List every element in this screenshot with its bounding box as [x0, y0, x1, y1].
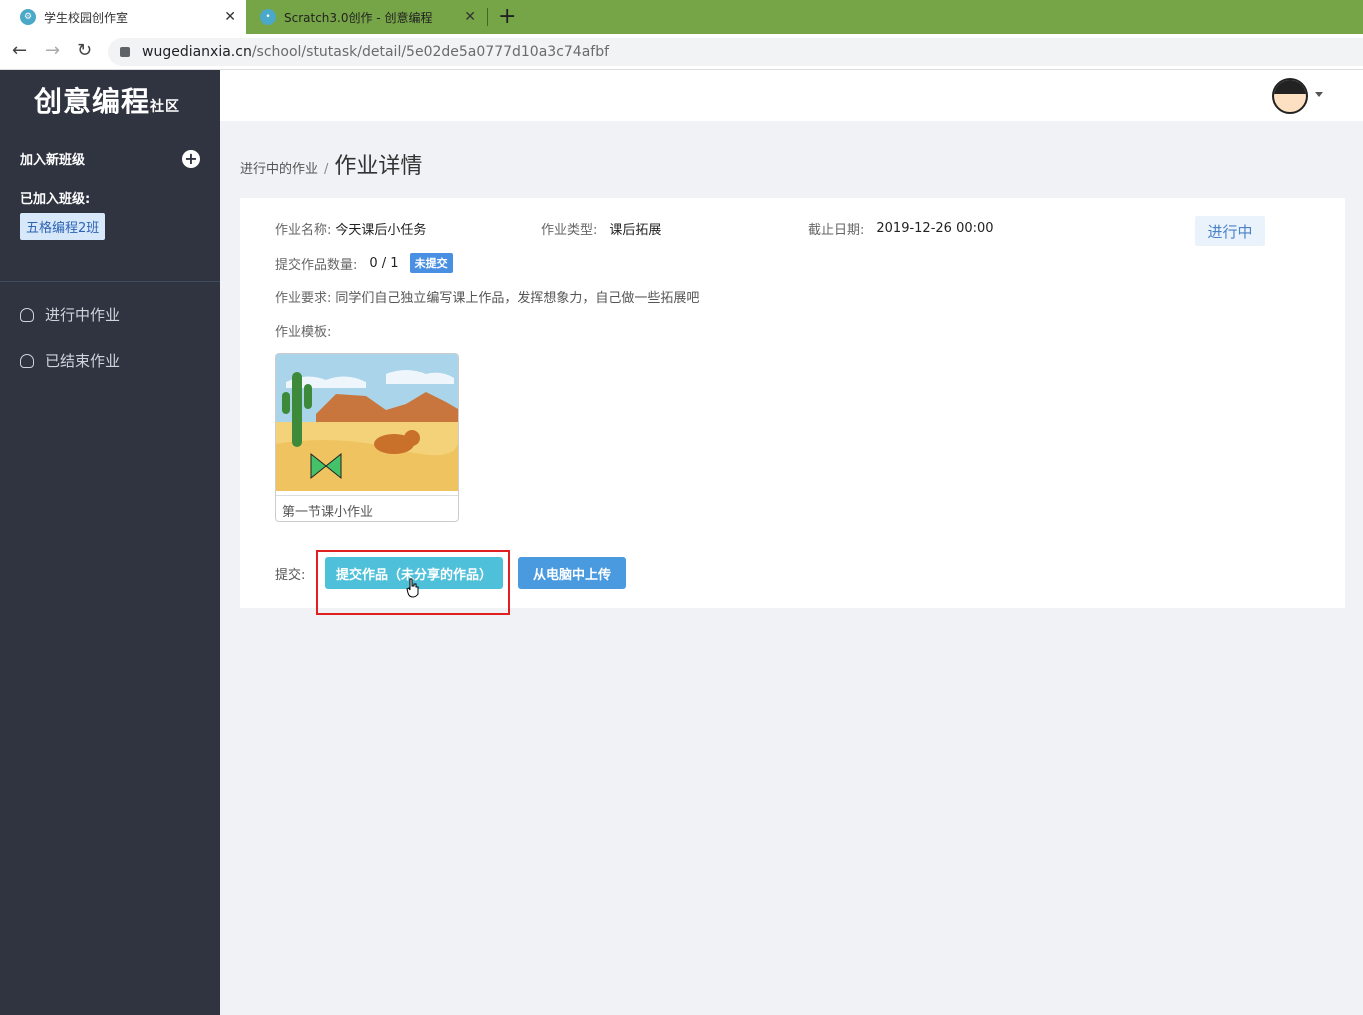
tab-student-studio[interactable]: ⚙ 学生校园创作室 ✕: [0, 0, 246, 34]
sidebar-item-label: 已结束作业: [45, 352, 121, 370]
assignment-type-value: 课后拓展: [609, 223, 662, 238]
new-tab-plus-icon[interactable]: +: [498, 4, 516, 29]
chevron-down-icon[interactable]: [1315, 92, 1323, 97]
breadcrumb-separator: /: [324, 162, 329, 177]
template-project-card[interactable]: 第一节课小作业: [275, 353, 459, 522]
tab-title: Scratch3.0创作 - 创意编程: [284, 10, 433, 25]
field-label: 提交作品数量:: [275, 257, 358, 273]
breadcrumb: 进行中的作业 / 作业详情: [240, 148, 422, 180]
tab-title: 学生校园创作室: [44, 10, 129, 25]
user-avatar[interactable]: [1272, 78, 1308, 114]
scratch-favicon-icon: •: [260, 9, 276, 25]
top-header: [220, 70, 1363, 121]
close-tab-icon[interactable]: ✕: [464, 9, 476, 25]
sidebar-item-label: 进行中作业: [45, 306, 121, 324]
requirement-field: 作业要求: 同学们自己独立编写课上作品，发挥想象力，自己做一些拓展吧: [275, 287, 699, 306]
tab-scratch[interactable]: • Scratch3.0创作 - 创意编程 ✕: [250, 0, 486, 34]
browser-tab-bar: ⚙ 学生校园创作室 ✕ • Scratch3.0创作 - 创意编程 ✕ +: [0, 0, 1363, 34]
upload-from-computer-button[interactable]: 从电脑中上传: [518, 557, 626, 589]
tab-divider: [487, 8, 488, 26]
sidebar: 创意编程社区 加入新班级 + 已加入班级: 五格编程2班 进行中作业 已结束作业: [0, 70, 220, 1015]
submission-count-value: 0 / 1: [369, 255, 399, 271]
field-label: 作业要求:: [275, 291, 332, 306]
reload-icon[interactable]: ↻: [77, 40, 92, 61]
url-path: /school/stutask/detail/5e02de5a0777d10a3…: [251, 44, 610, 60]
back-arrow-icon[interactable]: ←: [12, 40, 27, 61]
add-class-plus-icon[interactable]: +: [182, 149, 200, 168]
deadline-value: 2019-12-26 00:00: [876, 221, 994, 236]
assignment-name-value: 今天课后小任务: [335, 223, 427, 238]
logo-sub-text: 社区: [150, 99, 181, 115]
assignment-name-field: 作业名称: 今天课后小任务: [275, 219, 426, 238]
assignment-type-field: 作业类型: 课后拓展: [541, 219, 661, 238]
address-bar: ← → ↻ wugedianxia.cn/school/stutask/deta…: [0, 34, 1363, 70]
template-label: 作业模板:: [275, 321, 331, 340]
sidebar-divider: [0, 281, 220, 282]
deadline-field: 截止日期: 2019-12-26 00:00: [808, 219, 994, 238]
join-class-label: 加入新班级: [20, 153, 86, 168]
sidebar-item-finished[interactable]: 已结束作业: [20, 350, 120, 371]
forward-arrow-icon[interactable]: →: [45, 40, 60, 61]
assignment-detail-card: 作业名称: 今天课后小任务 作业类型: 课后拓展 截止日期: 2019-12-2…: [240, 198, 1345, 615]
url-input[interactable]: wugedianxia.cn/school/stutask/detail/5e0…: [108, 38, 1363, 66]
field-label: 作业类型:: [541, 223, 598, 238]
requirement-value: 同学们自己独立编写课上作品，发挥想象力，自己做一些拓展吧: [335, 291, 700, 306]
site-logo[interactable]: 创意编程社区: [34, 80, 180, 120]
hand-cursor-icon: [406, 578, 419, 598]
submit-label: 提交:: [275, 568, 306, 583]
joined-classes-label: 已加入班级:: [20, 192, 91, 207]
field-label: 截止日期:: [808, 223, 865, 238]
field-label: 作业模板:: [275, 325, 332, 340]
status-badge: 进行中: [1195, 216, 1265, 246]
template-title: 第一节课小作业: [276, 495, 458, 521]
logo-text: 创意编程: [34, 85, 151, 118]
submission-count-field: 提交作品数量: 0 / 1 未提交: [275, 253, 453, 273]
not-submitted-badge: 未提交: [409, 253, 453, 273]
sidebar-item-ongoing[interactable]: 进行中作业: [20, 304, 120, 325]
class-tag[interactable]: 五格编程2班: [20, 213, 106, 240]
field-label: 作业名称:: [275, 223, 332, 238]
page-title: 作业详情: [334, 154, 423, 179]
user-icon: [20, 353, 34, 368]
user-icon: [20, 307, 34, 322]
lock-icon: [120, 47, 130, 57]
url-host: wugedianxia.cn: [142, 44, 252, 60]
breadcrumb-parent-link[interactable]: 进行中的作业: [240, 158, 318, 177]
template-thumbnail: [276, 354, 458, 491]
join-class-row: 加入新班级 +: [20, 149, 200, 168]
site-favicon-icon: ⚙: [20, 9, 36, 25]
close-tab-icon[interactable]: ✕: [224, 9, 236, 25]
